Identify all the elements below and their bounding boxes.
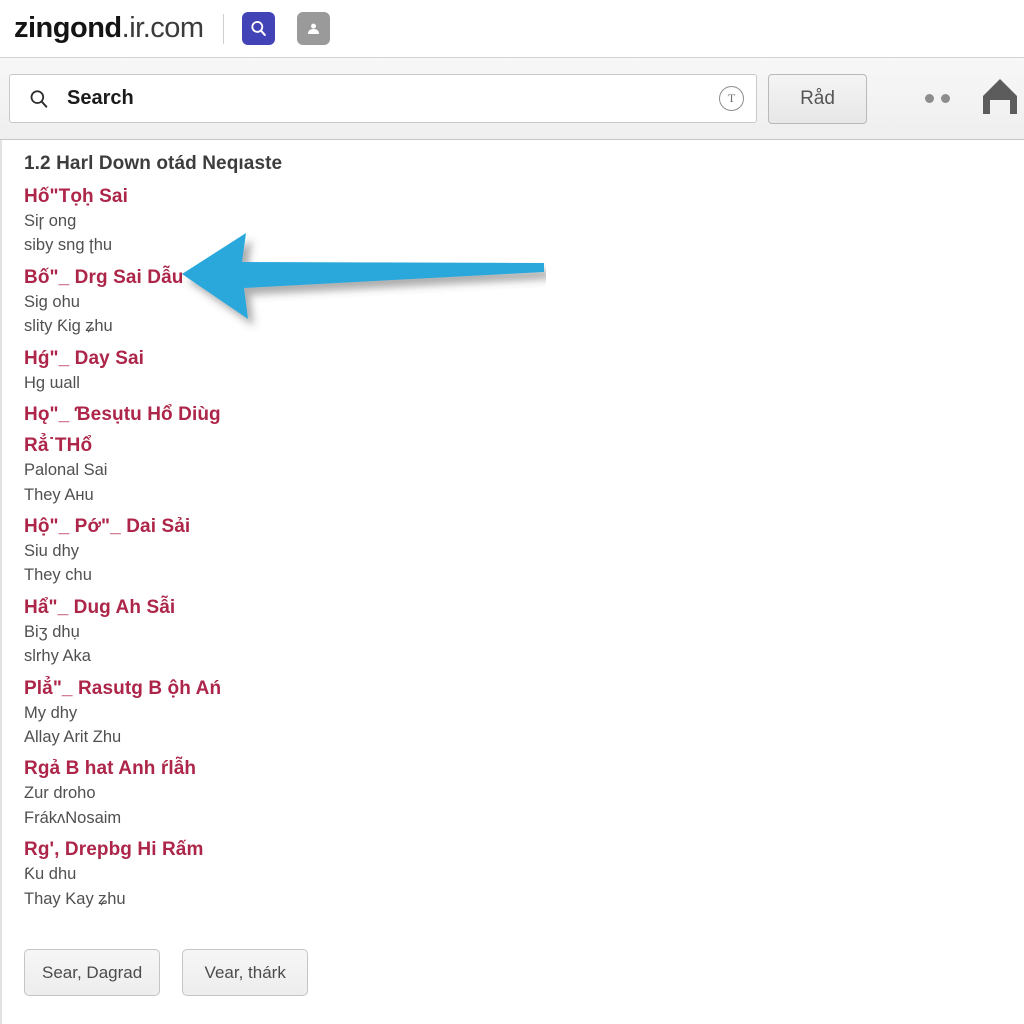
search-icon-button[interactable] xyxy=(241,12,275,45)
entry-subline: Siu dhy xyxy=(24,541,80,560)
search-dagrad-button[interactable]: Sear, Dagrad xyxy=(24,949,161,996)
search-icon xyxy=(250,21,266,37)
home-icon xyxy=(983,79,1017,114)
entry-heading[interactable]: Rg', Drepbg Hi Rấm xyxy=(24,839,1024,861)
dot-1 xyxy=(925,94,934,103)
entry-heading[interactable]: Hộ"_ Pớ"_ Dai Sải xyxy=(24,516,1024,538)
inbox-person-icon xyxy=(307,23,319,35)
entry-subline: Thay Kay ʑhu xyxy=(24,889,126,908)
entry-heading[interactable]: Hǵ"_ Day Sai xyxy=(24,348,1024,370)
entry-list: Hố"Tọḥ Sai Siɼ ong siby sng ʈhu Bố"_ Drg Sa… xyxy=(24,186,1024,911)
entry-subline: Siɡ ohu xyxy=(24,292,80,311)
entry-subline: Allay Arit Zhu xyxy=(24,728,122,747)
search-toolbar: Search T Råd xyxy=(0,57,1024,140)
brand-header: zingond.ir.com xyxy=(0,0,1024,57)
search-input-wrapper[interactable]: Search T xyxy=(9,74,757,123)
search-input[interactable]: Search xyxy=(67,87,719,110)
more-dots-icon[interactable] xyxy=(925,94,950,103)
entry-heading[interactable]: Hẩ"_ Dug Ah Sẫi xyxy=(24,597,1024,619)
entry-subline: Siɼ ong xyxy=(24,212,77,230)
logo-tld-text: .ir.com xyxy=(121,12,204,44)
vear-thark-button[interactable]: Vear, thárk xyxy=(182,949,309,996)
entry-heading[interactable]: Hǫ"_ Ɓesụtu Hổ Diùg xyxy=(24,404,1024,426)
entry-heading[interactable]: Plẳ"_ Rasutg B ộh Ań xyxy=(24,678,1024,700)
action-button-row: Sear, Dagrad Vear, thárk xyxy=(24,949,309,996)
page-title: 1.2 Harl Down otád Neqıaste xyxy=(24,153,283,174)
search-icon xyxy=(30,89,48,108)
entry-subline: siby sng ʈhu xyxy=(24,236,113,255)
entry-subline: slity Ƙiɡ ʑhu xyxy=(24,317,113,336)
home-button[interactable] xyxy=(979,76,1021,121)
entry-subline: slrhy Aka xyxy=(24,647,91,666)
entry-heading[interactable]: Rgả B hat Anh ŕlẫh xyxy=(24,758,1024,780)
rad-button[interactable]: Råd xyxy=(768,73,867,124)
entry-subline: My dhy xyxy=(24,703,78,722)
entry-heading[interactable]: Rẳ˙THổ xyxy=(24,435,1024,457)
entry-heading[interactable]: Bố"_ Drg Sai Dẫu xyxy=(24,267,1024,289)
entry-subline: Hɡ ɯall xyxy=(24,373,80,392)
field-glyph-icon[interactable]: T xyxy=(719,86,744,111)
entry-subline: FrákʌNosaim xyxy=(24,808,122,827)
logo-main-text: zingond xyxy=(14,12,122,44)
site-logo[interactable]: zingond.ir.com xyxy=(14,12,204,45)
entry-subline: Zur droho xyxy=(24,784,96,803)
dot-2 xyxy=(941,94,950,103)
entry-subline: They Aʜu xyxy=(24,485,94,504)
entry-heading[interactable]: Hố"Tọḥ Sai xyxy=(24,186,1024,208)
entry-subline: Ƙu dhu xyxy=(24,865,77,884)
entry-subline: Biʒ dhụ xyxy=(24,622,80,641)
entry-subline: Palonal Sai xyxy=(24,461,108,480)
inbox-icon-button[interactable] xyxy=(296,12,330,45)
entry-subline: They chu xyxy=(24,566,92,585)
header-divider xyxy=(222,13,224,44)
results-panel: 1.2 Harl Down otád Neqıaste Hố"Tọḥ Sai Si… xyxy=(0,140,1024,1024)
